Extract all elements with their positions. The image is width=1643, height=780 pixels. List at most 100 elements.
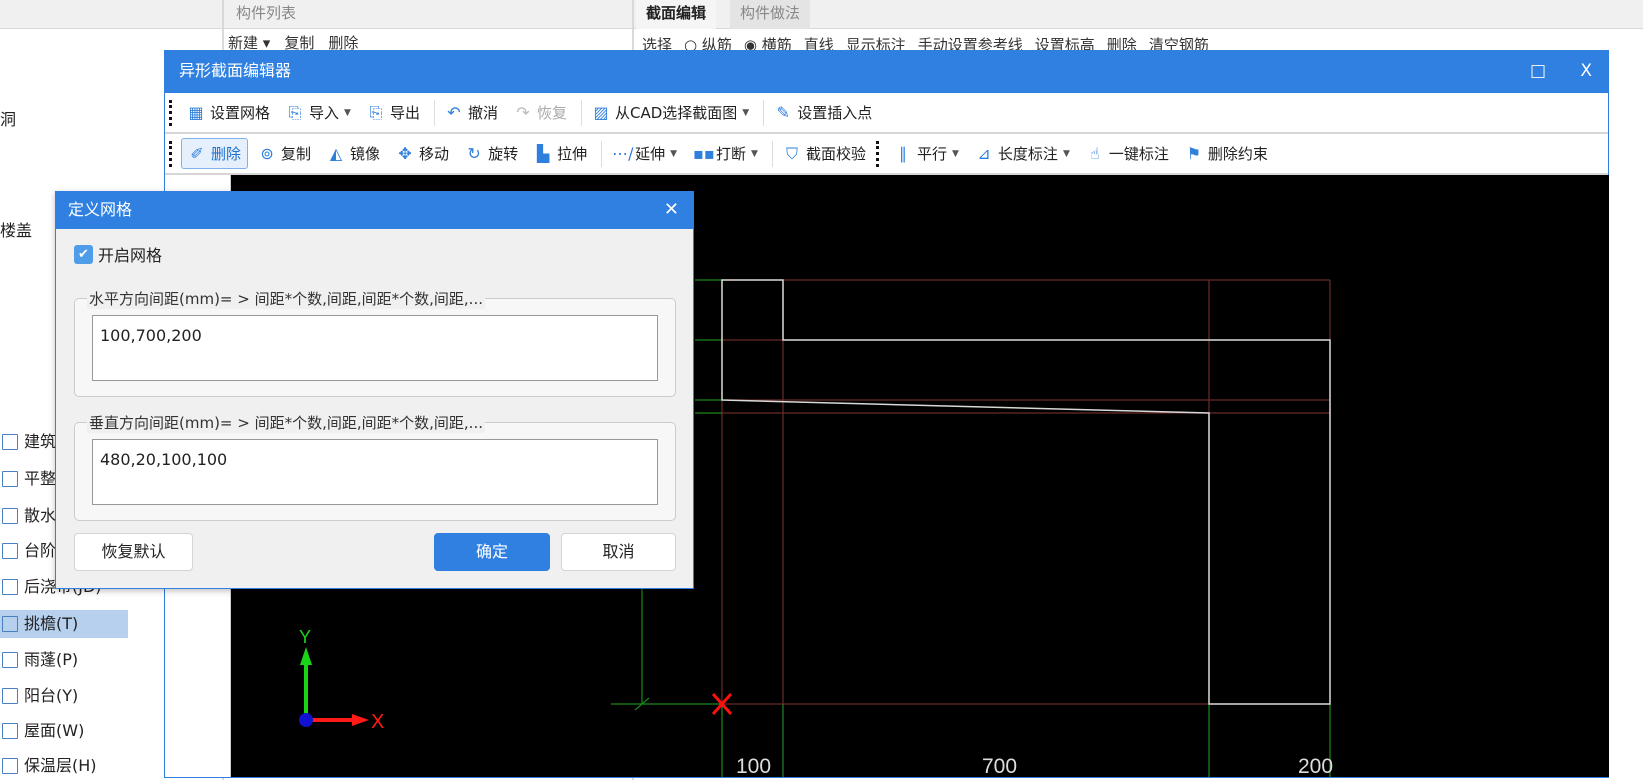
toolbar-grip[interactable] — [169, 99, 173, 126]
move-icon: ✥ — [398, 144, 412, 163]
toolbar-button-export[interactable]: ⎘ 导出 — [361, 98, 426, 127]
list-item[interactable]: 挑檐(T) — [0, 610, 128, 638]
steps-icon — [2, 543, 18, 559]
list-item[interactable]: 阳台(Y) — [0, 682, 128, 710]
horizontal-spacing-input[interactable] — [92, 315, 658, 381]
toolbar-button-parallel[interactable]: ∥ 平行 ▼ — [888, 139, 965, 168]
axis-y-label: Y — [299, 627, 311, 647]
list-item-label: 台阶 — [24, 541, 57, 560]
restore-default-button[interactable]: 恢复默认 — [74, 533, 193, 571]
ok-button[interactable]: 确定 — [434, 533, 550, 571]
axis-x-label: X — [371, 711, 384, 733]
toolbar-button-grid[interactable]: ▦ 设置网格 — [181, 98, 276, 127]
toolbar-button-label: 设置网格 — [210, 104, 271, 122]
one-click-dimension-icon: ☝ — [1089, 144, 1100, 163]
apron-icon — [2, 508, 18, 524]
toolbar-button-label: 导入 — [309, 104, 340, 122]
list-item[interactable]: 保温层(H) — [0, 752, 128, 780]
toolbar-button-mirror[interactable]: ◭ 镜像 — [321, 139, 386, 168]
list-item[interactable]: 屋面(W) — [0, 717, 128, 745]
cancel-button[interactable]: 取消 — [561, 533, 676, 571]
toolbar-separator — [763, 99, 765, 126]
toolbar-button-delete-constraint[interactable]: ⚑ 删除约束 — [1179, 139, 1274, 168]
toolbar-button-import[interactable]: ⎘ 导入 ▼ — [280, 98, 357, 127]
redo-icon: ↷ — [516, 103, 530, 122]
list-item-label: 屋面(W) — [24, 721, 85, 740]
vertical-spacing-input[interactable] — [92, 439, 658, 505]
dimension-label: 200 — [1298, 755, 1333, 777]
toolbar-button-redo[interactable]: ↷ 恢复 — [508, 98, 573, 127]
toolbar-button-label: 从CAD选择截面图 — [615, 104, 738, 122]
axis-indicator: Y X — [299, 627, 384, 733]
checkbox-checked-icon[interactable]: ✔ — [74, 244, 93, 264]
grid-dialog-title-bar[interactable]: 定义网格 ✕ — [56, 192, 693, 229]
dimension-label: 700 — [982, 755, 1017, 777]
list-item-label: 雨蓬(P) — [24, 650, 79, 669]
toolbar-button-stretch[interactable]: ▙ 拉伸 — [528, 139, 593, 168]
stretch-icon: ▙ — [536, 144, 550, 163]
toolbar-separator — [433, 99, 435, 126]
editor-title-bar[interactable]: 异形截面编辑器 □ X — [165, 51, 1608, 93]
chevron-down-icon[interactable]: ▼ — [1063, 149, 1070, 159]
chevron-down-icon[interactable]: ▼ — [344, 108, 351, 118]
grid-icon: ▦ — [188, 103, 204, 122]
export-icon: ⎘ — [369, 102, 383, 122]
chevron-down-icon[interactable]: ▼ — [742, 108, 749, 118]
chevron-down-icon[interactable]: ▼ — [751, 149, 758, 159]
toolbar-button-eraser[interactable]: ✐ 删除 — [181, 138, 249, 169]
roof-icon — [2, 723, 18, 739]
toolbar-separator — [771, 140, 773, 167]
length-dimension-icon: ⊿ — [977, 144, 991, 163]
toolbar-button-label: 平行 — [916, 145, 947, 163]
toolbar-grip[interactable] — [875, 140, 880, 167]
delete-constraint-icon: ⚑ — [1186, 144, 1202, 163]
toolbar-button-label: 撤消 — [467, 104, 498, 122]
list-item[interactable]: 雨蓬(P) — [0, 646, 128, 674]
toolbar-button-move[interactable]: ✥ 移动 — [390, 139, 455, 168]
dimension-label: 100 — [736, 755, 771, 777]
enable-grid-checkbox[interactable]: ✔ 开启网格 — [74, 242, 162, 266]
close-icon[interactable]: ✕ — [664, 192, 679, 228]
close-button[interactable]: X — [1580, 51, 1592, 91]
horizontal-spacing-group: 水平方向间距(mm)= > 间距*个数,间距,间距*个数,间距,... — [74, 288, 676, 397]
copy-icon: ⊚ — [260, 144, 274, 163]
rotate-icon: ↻ — [467, 144, 481, 163]
toolbar-button-break[interactable]: ▪▪ 打断 ▼ — [687, 139, 764, 168]
horizontal-spacing-label: 水平方向间距(mm)= > 间距*个数,间距,间距*个数,间距,... — [87, 288, 485, 309]
enable-grid-label: 开启网格 — [98, 246, 163, 265]
toolbar-separator — [581, 99, 582, 126]
post-cast-strip-icon — [2, 579, 18, 595]
toolbar-button-undo[interactable]: ↶ 撤消 — [439, 98, 504, 127]
tab-component-method[interactable]: 构件做法 — [730, 0, 811, 29]
vertical-spacing-group: 垂直方向间距(mm)= > 间距*个数,间距,间距*个数,间距,... — [74, 412, 676, 521]
break-icon: ▪▪ — [693, 144, 715, 163]
list-item-label: 平整 — [24, 469, 57, 488]
insulation-icon — [2, 758, 18, 774]
toolbar-button-cad-select[interactable]: ▨ 从CAD选择截面图 ▼ — [586, 98, 755, 127]
toolbar-button-label: 恢复 — [536, 104, 567, 122]
toolbar-button-label: 镜像 — [350, 145, 381, 163]
toolbar-button-one-click-dimension[interactable]: ☝ 一键标注 — [1080, 139, 1175, 168]
toolbar-grip[interactable] — [169, 140, 173, 167]
tab-section-edit[interactable]: 截面编辑 — [636, 0, 717, 29]
toolbar-button-label: 删除 — [211, 145, 242, 163]
toolbar-button-label: 打断 — [716, 145, 747, 163]
cad-select-icon: ▨ — [593, 103, 609, 122]
list-item-label: 散水 — [24, 506, 57, 525]
toolbar-button-label: 删除约束 — [1207, 145, 1268, 163]
section-outline[interactable] — [721, 279, 1331, 705]
chevron-down-icon[interactable]: ▼ — [670, 149, 677, 159]
vertical-spacing-label: 垂直方向间距(mm)= > 间距*个数,间距,间距*个数,间距,... — [87, 412, 485, 433]
toolbar-button-label: 复制 — [281, 145, 312, 163]
list-item-label: 建筑 — [24, 432, 57, 451]
list-item-label: 挑檐(T) — [24, 614, 79, 633]
toolbar-button-shield-check[interactable]: ⛉ 截面校验 — [777, 139, 872, 168]
maximize-button[interactable]: □ — [1530, 51, 1546, 91]
toolbar-button-length-dimension[interactable]: ⊿ 长度标注 ▼ — [969, 139, 1076, 168]
left-partial-label: 楼盖 — [0, 221, 33, 240]
toolbar-button-insert-point[interactable]: ✎ 设置插入点 — [768, 98, 878, 127]
chevron-down-icon[interactable]: ▼ — [952, 149, 959, 159]
toolbar-button-copy[interactable]: ⊚ 复制 — [252, 139, 317, 168]
toolbar-button-extend[interactable]: ⋯/延伸 ▼ — [606, 139, 683, 168]
toolbar-button-rotate[interactable]: ↻ 旋转 — [459, 139, 524, 168]
